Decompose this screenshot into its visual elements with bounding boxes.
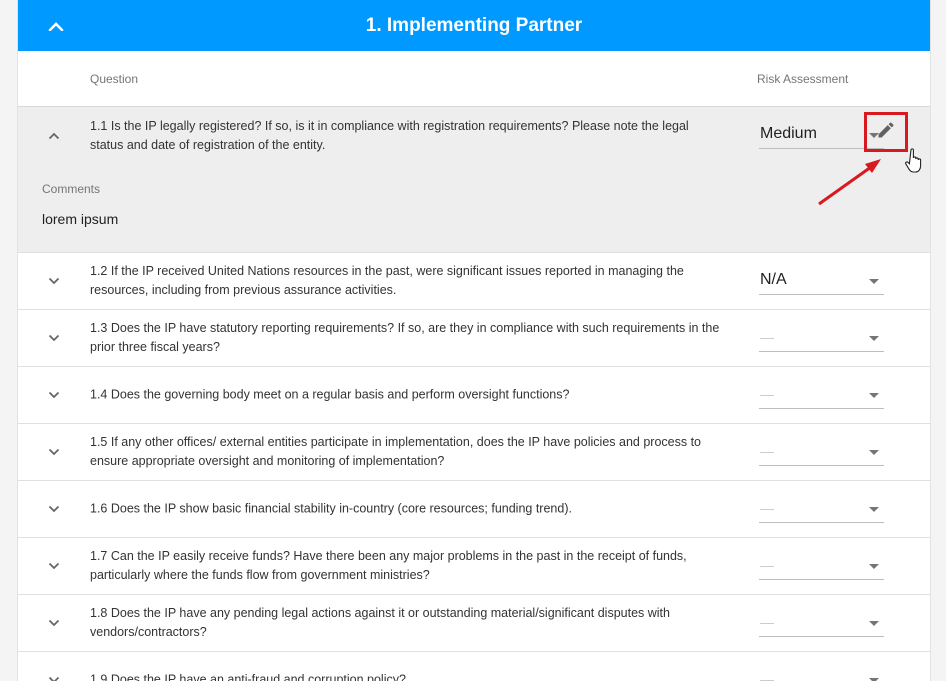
chevron-down-icon[interactable] xyxy=(40,670,68,681)
caret-down-icon xyxy=(869,564,879,569)
chevron-up-icon[interactable] xyxy=(40,126,68,146)
risk-select[interactable]: — xyxy=(759,666,884,681)
comments-value: lorem ipsum xyxy=(42,211,119,227)
section-title: 1. Implementing Partner xyxy=(365,15,583,36)
risk-select[interactable]: — xyxy=(759,552,884,580)
chevron-down-icon[interactable] xyxy=(40,499,68,519)
question-text: 1.4 Does the governing body meet on a re… xyxy=(90,387,570,402)
implementing-partner-card: 1. Implementing Partner Question Risk As… xyxy=(17,0,931,681)
chevron-down-icon[interactable] xyxy=(40,556,68,576)
chevron-down-icon[interactable] xyxy=(40,613,68,633)
question-text: 1.9 Does the IP have an anti-fraud and c… xyxy=(90,672,406,681)
risk-select[interactable]: — xyxy=(759,324,884,352)
risk-select-value: — xyxy=(760,557,774,573)
risk-select[interactable]: N/A xyxy=(759,267,884,295)
column-headers: Question Risk Assessment xyxy=(18,51,930,107)
caret-down-icon xyxy=(869,279,879,284)
question-row[interactable]: 1.8 Does the IP have any pending legal a… xyxy=(18,595,930,652)
question-text: 1.7 Can the IP easily receive funds? Hav… xyxy=(90,549,687,582)
chevron-down-icon[interactable] xyxy=(40,271,68,291)
question-text: 1.5 If any other offices/ external entit… xyxy=(90,435,702,468)
risk-column-header: Risk Assessment xyxy=(757,72,849,86)
question-row[interactable]: 1.5 If any other offices/ external entit… xyxy=(18,424,930,481)
question-row[interactable]: 1.7 Can the IP easily receive funds? Hav… xyxy=(18,538,930,595)
pencil-icon xyxy=(876,120,896,145)
risk-select[interactable]: — xyxy=(759,438,884,466)
risk-select[interactable]: — xyxy=(759,381,884,409)
question-text: 1.3 Does the IP have statutory reporting… xyxy=(90,321,720,354)
question-row[interactable]: 1.3 Does the IP have statutory reporting… xyxy=(18,310,930,367)
risk-select-value: — xyxy=(760,500,774,516)
risk-select-value: Medium xyxy=(760,125,817,142)
risk-select-value: N/A xyxy=(760,271,787,288)
question-column-header: Question xyxy=(90,72,139,86)
edit-button[interactable] xyxy=(864,112,908,152)
risk-select[interactable]: — xyxy=(759,609,884,637)
caret-down-icon xyxy=(869,450,879,455)
risk-select-value: — xyxy=(760,671,774,681)
question-text: 1.1 Is the IP legally registered? If so,… xyxy=(90,118,689,152)
question-row[interactable]: 1.2 If the IP received United Nations re… xyxy=(18,253,930,310)
risk-select[interactable]: — xyxy=(759,495,884,523)
comments-label: Comments xyxy=(42,182,101,196)
question-text: 1.6 Does the IP show basic financial sta… xyxy=(90,501,572,516)
question-text: 1.8 Does the IP have any pending legal a… xyxy=(90,606,670,639)
chevron-down-icon[interactable] xyxy=(40,442,68,462)
chevron-down-icon[interactable] xyxy=(40,385,68,405)
risk-select-value: — xyxy=(760,386,774,402)
question-row-expanded: 1.1 Is the IP legally registered? If so,… xyxy=(18,107,930,164)
caret-down-icon xyxy=(869,336,879,341)
annotation-arrow-icon xyxy=(818,159,881,206)
section-header[interactable]: 1. Implementing Partner xyxy=(18,0,930,51)
caret-down-icon xyxy=(869,507,879,512)
question-text: 1.2 If the IP received United Nations re… xyxy=(90,264,684,297)
caret-down-icon xyxy=(869,393,879,398)
caret-down-icon xyxy=(869,621,879,626)
question-row[interactable]: 1.6 Does the IP show basic financial sta… xyxy=(18,481,930,538)
question-row[interactable]: 1.9 Does the IP have an anti-fraud and c… xyxy=(18,652,930,681)
risk-select-value: — xyxy=(760,329,774,345)
risk-select-value: — xyxy=(760,614,774,630)
risk-select-value: — xyxy=(760,443,774,459)
comments-panel: Comments lorem ipsum xyxy=(18,164,930,253)
hand-cursor-icon xyxy=(905,148,922,173)
chevron-down-icon[interactable] xyxy=(40,328,68,348)
question-row[interactable]: 1.4 Does the governing body meet on a re… xyxy=(18,367,930,424)
